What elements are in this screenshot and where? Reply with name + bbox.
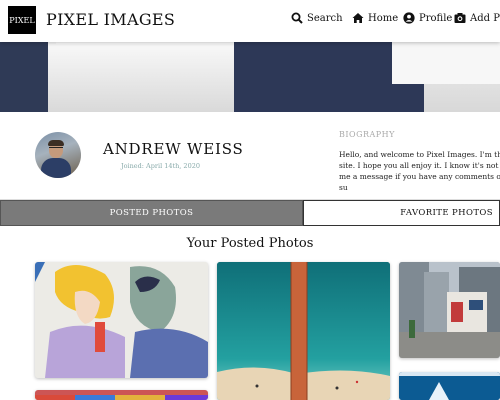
bio-line: site. I hope you all enjoy it. I know it… bbox=[339, 161, 500, 170]
nav-add-photo-label: Add Ph bbox=[470, 12, 500, 24]
photo-card[interactable] bbox=[35, 390, 208, 400]
bio-line: Hello, and welcome to Pixel Images. I'm … bbox=[339, 150, 500, 159]
photo-pier-aerial bbox=[217, 262, 390, 400]
nav-profile-label: Profile bbox=[419, 12, 453, 24]
section-title: Your Posted Photos bbox=[186, 236, 314, 251]
profile-name: ANDREW WEISS bbox=[103, 140, 244, 158]
biography-text: Hello, and welcome to Pixel Images. I'm … bbox=[339, 149, 500, 193]
photo-city-street bbox=[399, 262, 500, 358]
avatar bbox=[35, 132, 81, 178]
hero-block bbox=[48, 34, 238, 112]
nav-profile[interactable]: Profile bbox=[403, 12, 452, 24]
photo-tabs: POSTED PHOTOS FAVORITE PHOTOS bbox=[0, 200, 500, 226]
photo-blue-building bbox=[399, 372, 500, 400]
nav-search[interactable]: Search bbox=[291, 12, 343, 24]
photo-card[interactable] bbox=[217, 262, 390, 400]
tab-favorite-photos[interactable]: FAVORITE PHOTOS bbox=[303, 200, 500, 226]
user-circle-icon bbox=[403, 12, 415, 24]
tab-posted-photos[interactable]: POSTED PHOTOS bbox=[0, 200, 303, 226]
logo-text: PIXEL bbox=[9, 15, 35, 25]
photo-card[interactable] bbox=[35, 262, 208, 378]
photo-card[interactable] bbox=[399, 262, 500, 358]
bio-line: me a message if you have any comments or… bbox=[339, 172, 500, 192]
site-logo[interactable]: PIXEL bbox=[8, 6, 36, 34]
nav-home-label: Home bbox=[368, 12, 399, 24]
photo-card[interactable] bbox=[399, 372, 500, 400]
brand-name[interactable]: PIXEL IMAGES bbox=[46, 10, 175, 29]
biography-heading: BIOGRAPHY bbox=[339, 130, 395, 139]
top-navbar: PIXEL PIXEL IMAGES Search Home Profile A… bbox=[0, 0, 500, 42]
hero-block bbox=[392, 40, 500, 84]
photo-pop-art bbox=[35, 262, 208, 378]
nav-home[interactable]: Home bbox=[352, 12, 398, 24]
camera-icon bbox=[454, 13, 466, 23]
photo-colorful bbox=[35, 395, 208, 400]
home-icon bbox=[352, 13, 364, 23]
nav-add-photo[interactable]: Add Ph bbox=[454, 12, 500, 24]
nav-search-label: Search bbox=[307, 12, 343, 24]
search-icon bbox=[291, 12, 303, 24]
joined-date: Joined: April 14th, 2020 bbox=[121, 162, 200, 170]
profile-section: ANDREW WEISS Joined: April 14th, 2020 BI… bbox=[0, 112, 500, 200]
